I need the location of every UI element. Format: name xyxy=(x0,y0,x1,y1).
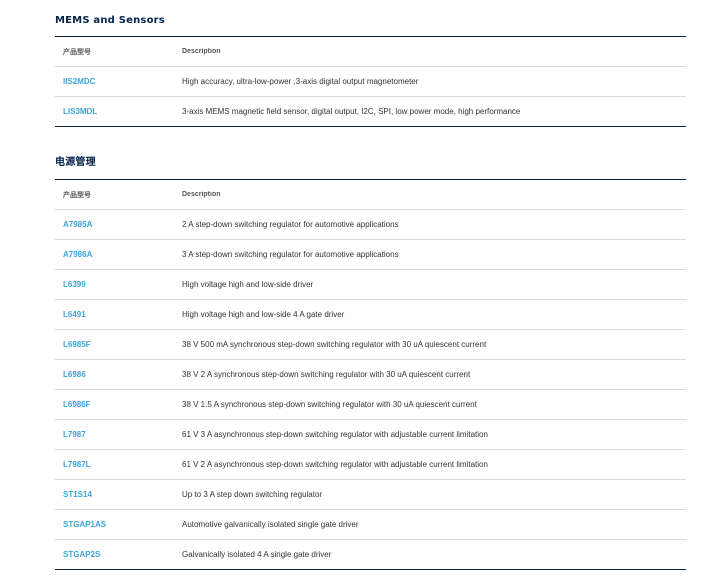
part-description: 2 A step-down switching regulator for au… xyxy=(182,220,399,229)
part-number-link[interactable]: A7985A xyxy=(55,220,182,229)
table-row: L6986 38 V 2 A synchronous step-down swi… xyxy=(55,359,686,389)
section-power-management: 电源管理 产品型号 Description A7985A 2 A step-do… xyxy=(55,156,686,570)
part-description: 38 V 500 mA synchronous step-down switch… xyxy=(182,340,487,349)
part-number-link[interactable]: L6986F xyxy=(55,400,182,409)
part-number-link[interactable]: L7987L xyxy=(55,460,182,469)
part-description: High voltage high and low-side driver xyxy=(182,280,314,289)
part-description: Up to 3 A step down switching regulator xyxy=(182,490,323,499)
table-row: STGAP2S Galvanically isolated 4 A single… xyxy=(55,539,686,569)
table-row: L6986F 38 V 1.5 A synchronous step-down … xyxy=(55,389,686,419)
product-table: 产品型号 Description IIS2MDC High accuracy, … xyxy=(55,36,686,127)
part-description: High accuracy, ultra-low-power ,3-axis d… xyxy=(182,77,419,86)
part-description: Automotive galvanically isolated single … xyxy=(182,520,359,529)
part-number-link[interactable]: L6491 xyxy=(55,310,182,319)
part-number-link[interactable]: L6985F xyxy=(55,340,182,349)
part-number-link[interactable]: ST1S14 xyxy=(55,490,182,499)
column-header-part-number: 产品型号 xyxy=(63,191,91,199)
section-mems-and-sensors: MEMS and Sensors 产品型号 Description IIS2MD… xyxy=(55,14,686,127)
section-title: 电源管理 xyxy=(55,157,96,168)
product-table: 产品型号 Description A7985A 2 A step-down sw… xyxy=(55,179,686,570)
table-row: LIS3MDL 3-axis MEMS magnetic field senso… xyxy=(55,96,686,126)
table-row: IIS2MDC High accuracy, ultra-low-power ,… xyxy=(55,66,686,96)
part-description: Galvanically isolated 4 A single gate dr… xyxy=(182,550,332,559)
table-row: ST1S14 Up to 3 A step down switching reg… xyxy=(55,479,686,509)
part-description: 38 V 1.5 A synchronous step-down switchi… xyxy=(182,400,477,409)
table-header-row: 产品型号 Description xyxy=(55,37,686,66)
part-number-link[interactable]: L6399 xyxy=(55,280,182,289)
part-number-link[interactable]: L7987 xyxy=(55,430,182,439)
table-row: L6985F 38 V 500 mA synchronous step-down… xyxy=(55,329,686,359)
part-description: High voltage high and low-side 4 A gate … xyxy=(182,310,345,319)
column-header-part-number: 产品型号 xyxy=(63,48,91,56)
table-row: A7985A 2 A step-down switching regulator… xyxy=(55,209,686,239)
section-title: MEMS and Sensors xyxy=(55,15,165,26)
part-number-link[interactable]: STGAP1AS xyxy=(55,520,182,529)
part-description: 38 V 2 A synchronous step-down switching… xyxy=(182,370,471,379)
part-description: 61 V 3 A asynchronous step-down switchin… xyxy=(182,430,488,439)
column-header-description: Description xyxy=(182,48,221,55)
part-description: 61 V 2 A asynchronous step-down switchin… xyxy=(182,460,488,469)
table-row: L7987L 61 V 2 A asynchronous step-down s… xyxy=(55,449,686,479)
part-number-link[interactable]: A7986A xyxy=(55,250,182,259)
column-header-description: Description xyxy=(182,191,221,198)
table-header-row: 产品型号 Description xyxy=(55,180,686,209)
table-row: STGAP1AS Automotive galvanically isolate… xyxy=(55,509,686,539)
part-number-link[interactable]: LIS3MDL xyxy=(55,107,182,116)
part-number-link[interactable]: IIS2MDC xyxy=(55,77,182,86)
part-description: 3-axis MEMS magnetic field sensor, digit… xyxy=(182,107,521,116)
table-row: L6491 High voltage high and low-side 4 A… xyxy=(55,299,686,329)
table-row: A7986A 3 A step-down switching regulator… xyxy=(55,239,686,269)
table-row: L7987 61 V 3 A asynchronous step-down sw… xyxy=(55,419,686,449)
part-description: 3 A step-down switching regulator for au… xyxy=(182,250,399,259)
part-number-link[interactable]: STGAP2S xyxy=(55,550,182,559)
part-number-link[interactable]: L6986 xyxy=(55,370,182,379)
table-row: L6399 High voltage high and low-side dri… xyxy=(55,269,686,299)
